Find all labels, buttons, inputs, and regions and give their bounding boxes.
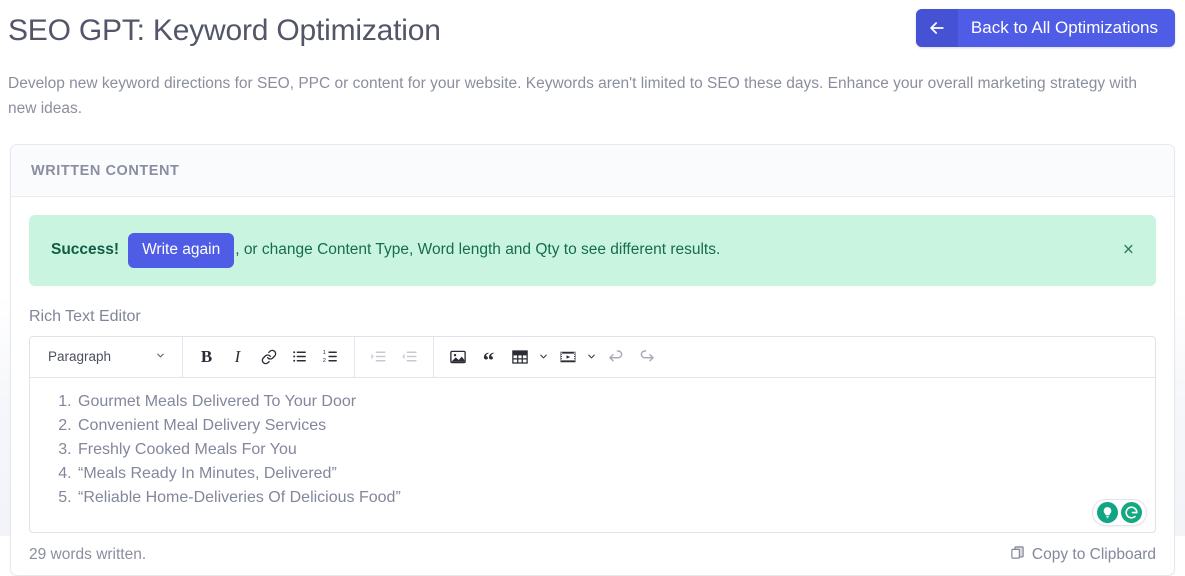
undo-icon[interactable] (600, 341, 631, 372)
toolbar-group-insert: “ (434, 337, 670, 377)
toolbar-group-format: Paragraph (30, 336, 183, 377)
toolbar-group-indent (355, 336, 434, 377)
list-item: Freshly Cooked Meals For You (76, 438, 1137, 462)
image-icon[interactable] (442, 341, 473, 372)
media-chevron-down-icon[interactable] (583, 341, 600, 372)
close-icon[interactable]: × (1117, 237, 1140, 264)
rich-text-editor: Paragraph B I 1 2 “ 1. Gourmet Meals Del… (29, 335, 1156, 533)
editor-footer: 29 words written. Copy to Clipboard (29, 533, 1156, 575)
card-header: WRITTEN CONTENT (11, 145, 1174, 197)
redo-icon[interactable] (631, 341, 662, 372)
block-format-select[interactable]: Paragraph (38, 343, 174, 370)
written-content-card: WRITTEN CONTENT Success! Write again , o… (10, 144, 1175, 576)
list-item: “Reliable Home-Deliveries Of Delicious F… (76, 486, 1137, 510)
block-format-value: Paragraph (48, 349, 112, 364)
page-header: SEO GPT: Keyword Optimization Back to Al… (0, 0, 1185, 60)
write-again-button[interactable]: Write again (128, 233, 235, 268)
keyword-list: Gourmet Meals Delivered To Your Door Con… (48, 390, 1137, 510)
page-description: Develop new keyword directions for SEO, … (8, 75, 1137, 117)
chevron-down-icon (155, 349, 166, 364)
indent-icon[interactable] (363, 341, 394, 372)
blockquote-icon[interactable]: “ (473, 341, 504, 372)
svg-text:2: 2 (323, 358, 326, 364)
grammarly-logo-icon[interactable] (1121, 501, 1142, 523)
svg-text:1: 1 (323, 350, 326, 356)
toolbar-group-inline: B I 1 2 (183, 336, 355, 377)
back-to-all-optimizations-button[interactable]: Back to All Optimizations (915, 9, 1175, 47)
table-chevron-down-icon[interactable] (535, 341, 552, 372)
table-icon[interactable] (504, 341, 535, 372)
numbered-list-icon[interactable]: 1 2 (315, 341, 346, 372)
rich-text-editor-label: Rich Text Editor (29, 307, 141, 325)
list-item: Convenient Meal Delivery Services (76, 414, 1137, 438)
outdent-icon[interactable] (394, 341, 425, 372)
alert-message: , or change Content Type, Word length an… (235, 241, 721, 259)
back-button-label: Back to All Optimizations (970, 18, 1158, 37)
editor-toolbar: Paragraph B I 1 2 “ (30, 336, 1155, 378)
media-icon[interactable] (552, 341, 583, 372)
card-header-title: WRITTEN CONTENT (31, 163, 180, 179)
success-alert: Success! Write again , or change Content… (29, 215, 1156, 286)
alert-strong-label: Success! (51, 241, 120, 259)
card-body: Success! Write again , or change Content… (11, 197, 1174, 575)
lightbulb-icon[interactable] (1097, 501, 1118, 523)
bold-icon[interactable]: B (191, 341, 222, 372)
list-item: “Meals Ready In Minutes, Delivered” (76, 462, 1137, 486)
copy-label: Copy to Clipboard (1031, 545, 1156, 563)
grammarly-widget[interactable] (1092, 498, 1147, 526)
editor-content-area[interactable]: Gourmet Meals Delivered To Your Door Con… (30, 378, 1155, 532)
arrow-left-icon (915, 9, 958, 47)
word-count: 29 words written. (29, 545, 147, 563)
copy-icon (1010, 545, 1025, 565)
copy-to-clipboard-button[interactable]: Copy to Clipboard (1010, 545, 1156, 565)
italic-icon[interactable]: I (222, 341, 253, 372)
bullet-list-icon[interactable] (284, 341, 315, 372)
list-item: Gourmet Meals Delivered To Your Door (76, 390, 1137, 414)
link-icon[interactable] (253, 341, 284, 372)
